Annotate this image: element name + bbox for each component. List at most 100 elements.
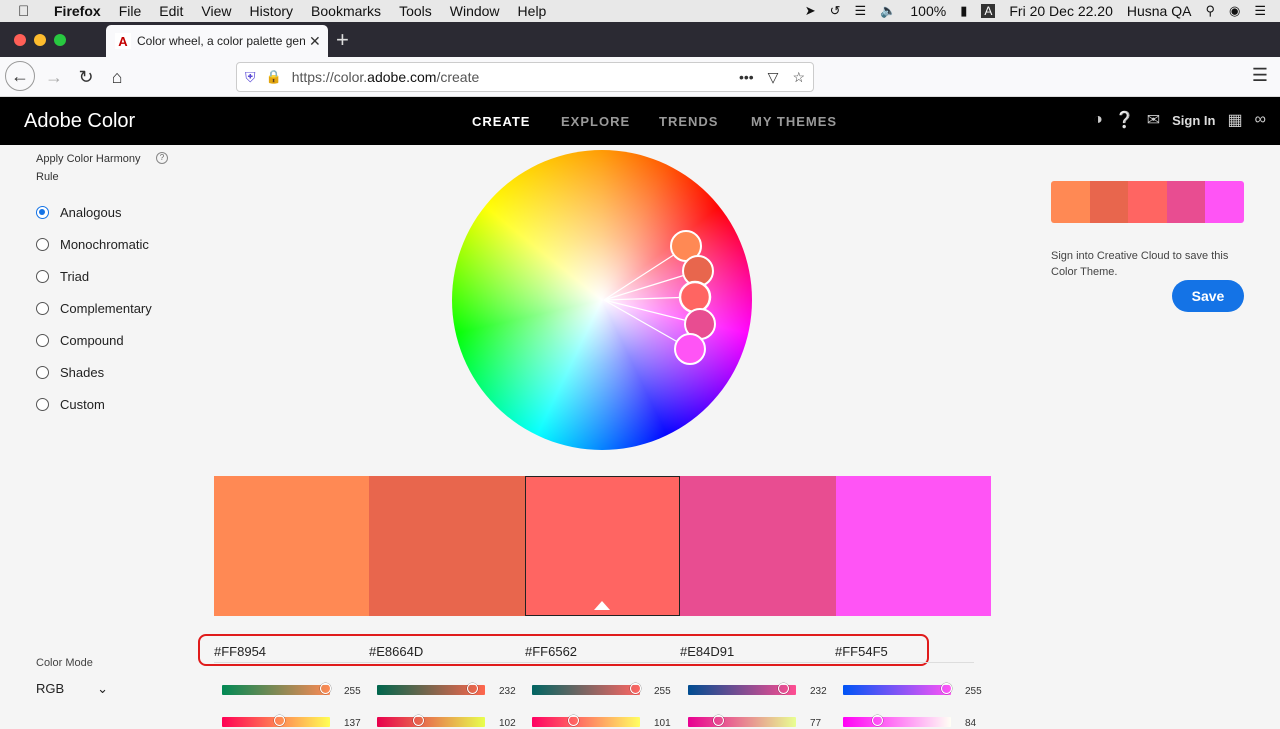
nav-trends[interactable]: TRENDS	[659, 114, 718, 129]
window-minimize-button[interactable]	[34, 34, 46, 46]
swatch-5[interactable]	[835, 476, 991, 616]
window-zoom-button[interactable]	[54, 34, 66, 46]
notification-icon[interactable]: ➤	[805, 3, 816, 19]
creative-cloud-icon[interactable]: ∞	[1255, 111, 1266, 129]
rule-triad[interactable]: Triad	[36, 266, 89, 286]
theme-toggle-icon[interactable]: ◑	[1093, 111, 1103, 129]
menu-window[interactable]: Window	[450, 3, 500, 19]
forward-button[interactable]: →	[40, 63, 68, 91]
menu-help[interactable]: Help	[518, 3, 547, 19]
green-slider-5[interactable]	[843, 715, 951, 727]
red-value-1[interactable]: 255	[344, 686, 361, 697]
green-slider-3[interactable]	[532, 715, 640, 727]
slider-knob[interactable]	[274, 715, 285, 726]
save-button[interactable]: Save	[1172, 280, 1244, 312]
red-slider-5[interactable]	[843, 683, 952, 695]
browser-tab[interactable]: A Color wheel, a color palette generator…	[106, 25, 328, 57]
slider-knob[interactable]	[872, 715, 883, 726]
red-value-3[interactable]: 255	[654, 686, 671, 697]
hex-input-3[interactable]: #FF6562	[525, 644, 577, 659]
green-value-1[interactable]: 137	[344, 718, 361, 729]
radio-analogous-icon[interactable]	[36, 205, 49, 219]
swatch-1[interactable]	[214, 476, 370, 616]
pocket-icon[interactable]: ▽	[768, 69, 779, 86]
home-button[interactable]: ⌂	[103, 63, 131, 91]
radio-shades-icon[interactable]	[36, 365, 49, 379]
slider-knob[interactable]	[941, 683, 952, 694]
spotlight-search-icon[interactable]: ⚲	[1205, 3, 1215, 19]
time-machine-icon[interactable]: ↺	[830, 3, 841, 19]
swatch-2[interactable]	[369, 476, 525, 616]
sign-in-link[interactable]: Sign In	[1172, 113, 1215, 128]
green-slider-4[interactable]	[688, 715, 796, 727]
user-name[interactable]: Husna QA	[1127, 3, 1192, 19]
menu-history[interactable]: History	[249, 3, 293, 19]
red-value-5[interactable]: 255	[965, 686, 982, 697]
slider-knob[interactable]	[413, 715, 424, 726]
adobe-color-logo[interactable]: Adobe Color	[24, 110, 135, 133]
app-menu-icon[interactable]: ☰	[1252, 65, 1268, 86]
wheel-handle-3[interactable]	[678, 280, 712, 314]
rule-custom[interactable]: Custom	[36, 394, 105, 414]
red-slider-4[interactable]	[688, 683, 796, 695]
bookmark-star-icon[interactable]: ☆	[792, 69, 805, 86]
hex-input-4[interactable]: #E84D91	[680, 644, 734, 659]
color-wheel[interactable]	[452, 150, 752, 450]
swatch-4[interactable]	[680, 476, 836, 616]
window-close-button[interactable]	[14, 34, 26, 46]
tab-close-icon[interactable]: ✕	[309, 33, 321, 50]
nav-explore[interactable]: EXPLORE	[561, 114, 630, 129]
radio-custom-icon[interactable]	[36, 397, 49, 411]
menu-app-firefox[interactable]: Firefox	[54, 3, 101, 19]
nav-my-themes[interactable]: MY THEMES	[751, 114, 837, 129]
red-slider-2[interactable]	[377, 683, 485, 695]
harmony-help-icon[interactable]: ?	[156, 152, 168, 164]
url-bar[interactable]: ⛨ 🔒 https://color. adobe.com /create •••…	[236, 62, 814, 92]
green-value-4[interactable]: 77	[810, 718, 821, 729]
green-slider-2[interactable]	[377, 715, 485, 727]
battery-icon[interactable]: ▮	[960, 3, 967, 19]
back-button[interactable]: ←	[5, 61, 35, 91]
slider-knob[interactable]	[778, 683, 789, 694]
notification-center-icon[interactable]: ☰	[1254, 3, 1266, 19]
rule-analogous[interactable]: Analogous	[36, 202, 121, 222]
menu-bookmarks[interactable]: Bookmarks	[311, 3, 381, 19]
tracking-protection-shield-icon[interactable]: ⛨	[245, 69, 256, 86]
help-icon[interactable]: ❔	[1115, 110, 1135, 130]
wheel-handle-5[interactable]	[674, 333, 706, 365]
new-tab-button[interactable]: +	[336, 27, 349, 53]
radio-triad-icon[interactable]	[36, 269, 49, 283]
green-value-3[interactable]: 101	[654, 718, 671, 729]
red-slider-1[interactable]	[222, 683, 331, 695]
lock-icon[interactable]: 🔒	[266, 69, 282, 85]
clock[interactable]: Fri 20 Dec 22.20	[1009, 3, 1113, 19]
apps-grid-icon[interactable]: ▦	[1227, 110, 1242, 130]
hex-input-1[interactable]: #FF8954	[214, 644, 266, 659]
green-value-5[interactable]: 84	[965, 718, 976, 729]
slider-knob[interactable]	[467, 683, 478, 694]
slider-knob[interactable]	[630, 683, 641, 694]
hex-input-5[interactable]: #FF54F5	[835, 644, 888, 659]
slider-knob[interactable]	[320, 683, 331, 694]
red-value-2[interactable]: 232	[499, 686, 516, 697]
rule-shades[interactable]: Shades	[36, 362, 104, 382]
apple-menu-icon[interactable]: 	[18, 3, 36, 20]
feedback-icon[interactable]: ✉	[1147, 110, 1160, 130]
slider-knob[interactable]	[568, 715, 579, 726]
swatch-3[interactable]	[524, 476, 681, 616]
green-value-2[interactable]: 102	[499, 718, 516, 729]
radio-complementary-icon[interactable]	[36, 301, 49, 315]
menu-tools[interactable]: Tools	[399, 3, 432, 19]
rule-complementary[interactable]: Complementary	[36, 298, 152, 318]
rule-compound[interactable]: Compound	[36, 330, 124, 350]
input-source-indicator[interactable]: A	[981, 4, 996, 18]
radio-compound-icon[interactable]	[36, 333, 49, 347]
menu-edit[interactable]: Edit	[159, 3, 183, 19]
slider-knob[interactable]	[713, 715, 724, 726]
red-slider-3[interactable]	[532, 683, 641, 695]
hex-input-2[interactable]: #E8664D	[369, 644, 423, 659]
nav-create[interactable]: CREATE	[472, 114, 530, 129]
menu-view[interactable]: View	[201, 3, 231, 19]
color-mode-select[interactable]: RGB ⌄	[36, 681, 108, 697]
rule-monochromatic[interactable]: Monochromatic	[36, 234, 149, 254]
